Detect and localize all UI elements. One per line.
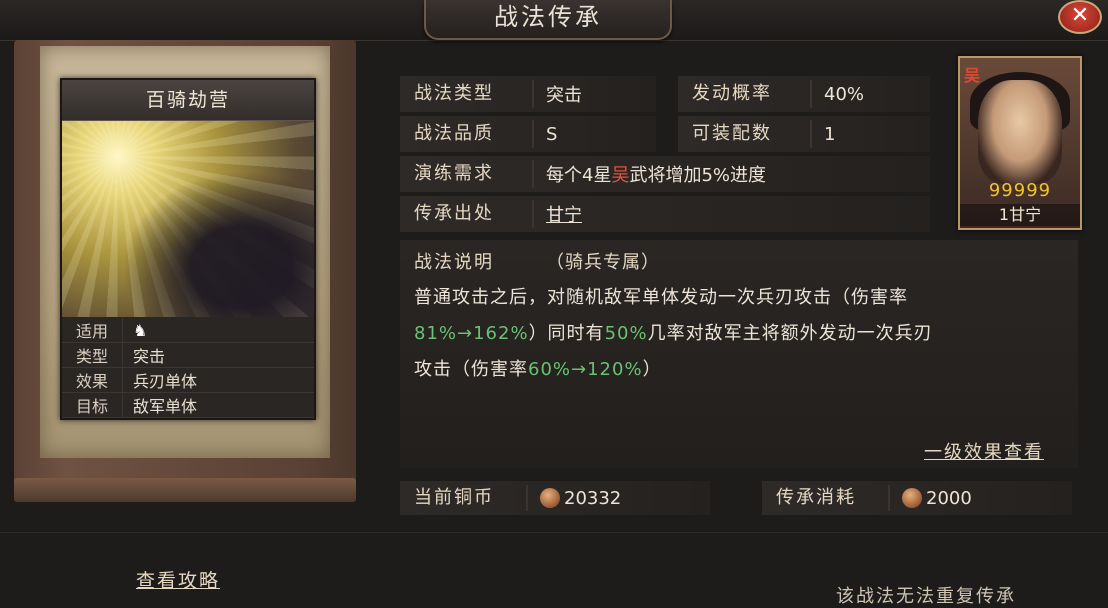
money-value: 20332 bbox=[564, 487, 622, 509]
money-value: 2000 bbox=[926, 487, 972, 509]
info-value: S bbox=[546, 123, 558, 145]
info-equip-slots: 可装配数 1 bbox=[678, 116, 930, 152]
info-value: 40% bbox=[824, 83, 865, 105]
money-label: 当前铜币 bbox=[400, 485, 528, 511]
info-label: 演练需求 bbox=[400, 160, 534, 188]
page-title: 战法传承 bbox=[494, 3, 602, 31]
info-value: 每个4星吴武将增加5%进度 bbox=[546, 165, 767, 186]
general-portrait[interactable]: 吴 99999 1甘宁 bbox=[958, 56, 1082, 230]
current-copper-row: 当前铜币 20332 bbox=[400, 481, 710, 515]
info-label: 可装配数 bbox=[678, 120, 812, 148]
info-inheritance-source: 传承出处 甘宁 bbox=[400, 196, 930, 232]
portrait-face bbox=[978, 80, 1062, 184]
attr-row-effect: 效果 兵刃单体 bbox=[62, 368, 314, 393]
cannot-repeat-note: 该战法无法重复传承 bbox=[836, 586, 1016, 607]
art-cavalry-silhouette bbox=[122, 171, 314, 317]
horse-icon: ♞ bbox=[133, 320, 148, 340]
attr-key: 类型 bbox=[62, 343, 123, 367]
faction-name: 吴 bbox=[611, 165, 630, 186]
info-label: 战法类型 bbox=[400, 80, 534, 108]
skill-card: 百骑劫营 适用 ♞ 类型 突击 效果 兵刃单体 目标 敌军单体 bbox=[60, 78, 316, 420]
info-skill-quality: 战法品质 S bbox=[400, 116, 656, 152]
damage-rate-2: 60%→120% bbox=[528, 359, 643, 380]
info-trigger-chance: 发动概率 40% bbox=[678, 76, 930, 112]
close-icon: ✕ bbox=[1070, 3, 1090, 28]
view-guide-link[interactable]: 查看攻略 bbox=[136, 566, 220, 593]
info-practice-requirement: 演练需求 每个4星吴武将增加5%进度 bbox=[400, 156, 930, 192]
attr-row-target: 目标 敌军单体 bbox=[62, 393, 314, 418]
info-label: 战法品质 bbox=[400, 120, 534, 148]
source-general-link[interactable]: 甘宁 bbox=[534, 201, 582, 227]
skill-art-image bbox=[62, 121, 314, 317]
description-tag: （骑兵专属） bbox=[546, 252, 660, 273]
info-value: 1 bbox=[824, 123, 836, 145]
level-one-effect-link[interactable]: 一级效果查看 bbox=[924, 438, 1044, 464]
attr-key: 效果 bbox=[62, 368, 123, 392]
copper-coin-icon bbox=[902, 488, 922, 508]
description-text: 普通攻击之后，对随机敌军单体发动一次兵刃攻击（伤害率 81%→162%）同时有5… bbox=[414, 287, 933, 380]
attr-key: 目标 bbox=[62, 393, 123, 417]
general-name: 1甘宁 bbox=[960, 204, 1080, 226]
title-plate: 战法传承 bbox=[424, 0, 672, 40]
damage-rate-1: 81%→162% bbox=[414, 323, 529, 344]
attr-value: 突击 bbox=[133, 347, 166, 366]
skill-description-panel: 战法说明 （骑兵专属） 普通攻击之后，对随机敌军单体发动一次兵刃攻击（伤害率 8… bbox=[400, 240, 1078, 468]
attr-value: 兵刃单体 bbox=[133, 372, 198, 391]
attr-row-applicable: 适用 ♞ bbox=[62, 318, 314, 343]
skill-card-title: 百骑劫营 bbox=[62, 80, 314, 121]
star-rating: 99999 bbox=[988, 180, 1052, 201]
info-value: 突击 bbox=[546, 85, 582, 106]
copper-coin-icon bbox=[540, 488, 560, 508]
attr-value: ♞ bbox=[123, 321, 147, 340]
attr-row-type: 类型 突击 bbox=[62, 343, 314, 368]
attr-key: 适用 bbox=[62, 318, 123, 342]
money-label: 传承消耗 bbox=[762, 485, 890, 511]
attr-value: 敌军单体 bbox=[133, 397, 198, 416]
inherit-cost-row: 传承消耗 2000 bbox=[762, 481, 1072, 515]
info-skill-type: 战法类型 突击 bbox=[400, 76, 656, 112]
skill-attributes: 适用 ♞ 类型 突击 效果 兵刃单体 目标 敌军单体 bbox=[62, 318, 314, 418]
info-label: 发动概率 bbox=[678, 80, 812, 108]
close-button[interactable]: ✕ bbox=[1058, 0, 1102, 34]
info-label: 传承出处 bbox=[400, 200, 534, 228]
divider bbox=[0, 532, 1108, 533]
faction-badge: 吴 bbox=[964, 66, 981, 85]
extra-chance: 50% bbox=[604, 323, 648, 344]
description-heading: 战法说明 bbox=[414, 252, 494, 273]
scroll-base bbox=[14, 478, 356, 502]
